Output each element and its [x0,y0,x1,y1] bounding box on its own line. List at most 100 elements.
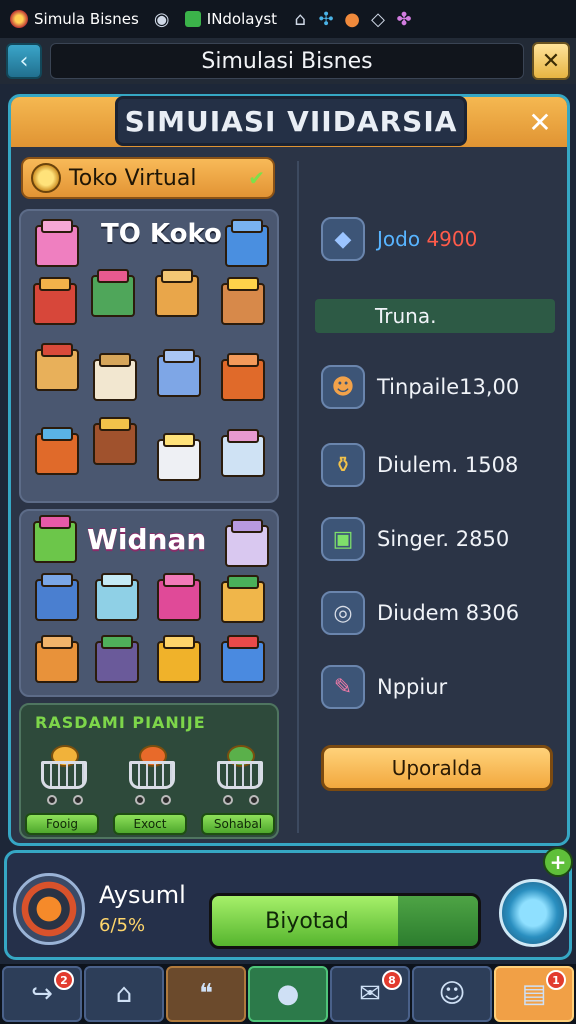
browser-tab-indolayst[interactable]: INdolayst [175,0,287,38]
apps-icon[interactable]: ✤ [391,6,417,32]
notification-badge: 8 [382,970,402,990]
inventory-box: Widnan [19,509,279,697]
cart-button-3[interactable]: Sohabal [201,813,275,835]
message-icon: ✉ [359,979,381,1009]
panel-close-button[interactable]: ✕ [523,105,557,139]
progress-button[interactable]: Biyotad [209,893,481,949]
stat-row-2-text: Diulem. 1508 [377,453,519,477]
map-pin-icon: ● [276,979,300,1009]
teal-box-item[interactable] [91,573,143,625]
status-band: Truna. [315,299,555,333]
blue-package-item[interactable] [217,635,269,687]
pink-suitcase-item[interactable] [153,573,205,625]
back-arrow-icon: ‹ [19,48,29,74]
book-stack-item[interactable] [221,519,273,571]
stat-top-value: 4900 [426,227,478,251]
bottom-nav: ↪ 2 ⌂ ❝ ● ✉ 8 ☺ ▤ 1 [0,964,576,1024]
nav-share[interactable]: ↪ 2 [2,966,82,1022]
monitor-icon: ▣ [321,517,365,561]
cart-button-1[interactable]: Fooig [25,813,99,835]
title-bar: ‹ Simulasi Bisnes ✕ [0,38,576,84]
record-icon[interactable]: ◉ [149,6,175,32]
puzzle-icon[interactable]: ✣ [313,6,339,32]
speech-bubble-icon: ❝ [199,979,213,1009]
market-stall-item[interactable] [29,277,81,329]
inventory-title: Widnan [87,523,207,556]
carts-box: RASDAMI PIANIJE Fooig Exoct Sohabal [19,703,279,839]
tab-label: INdolayst [206,10,278,28]
cart-item[interactable] [123,741,183,807]
cart-item[interactable] [35,741,95,807]
tab-label: Toko Virtual [69,165,197,191]
chat-button[interactable] [499,879,567,947]
white-box-item[interactable] [153,433,205,485]
paper-stack-item[interactable] [89,353,141,405]
checkmark-icon: ✔ [248,166,265,190]
gift-icon: ▤ [521,979,547,1009]
stat-row-4: ◎ Diudem 8306 [321,591,519,635]
stat-row-2: ⚱ Diulem. 1508 [321,443,518,487]
tools-item[interactable] [31,343,83,395]
coin-icon [31,163,61,193]
stat-row-1-text: Tinpaile13,00 [377,375,520,399]
stat-row-4-text: Diudem 8306 [377,601,520,625]
pink-box-item[interactable] [31,219,83,271]
green-box-item[interactable] [29,515,81,567]
shop-items-box: TO Koko [19,209,279,503]
nav-messages[interactable]: ✉ 8 [330,966,410,1022]
shopping-bag-item[interactable] [31,635,83,687]
add-button[interactable]: + [543,847,573,877]
cash-register-item[interactable] [217,575,269,627]
display-shelf-item[interactable] [89,417,141,469]
blue-box-item[interactable] [221,219,273,271]
goods-shelf-item[interactable] [87,269,139,321]
browser-tab-simula[interactable]: Simula Bisnes [0,0,149,38]
home-icon: ⌂ [115,979,133,1009]
profile-icon[interactable]: ● [339,6,365,32]
player-name: Aysuml [99,881,186,909]
stat-row-5: ✎ Nppiur [321,665,447,709]
stat-row-1: ☻ Tinpaile13,00 [321,365,519,409]
coin-stack-icon: ◎ [321,591,365,635]
back-button[interactable]: ‹ [6,43,42,79]
upgrade-button[interactable]: Uporalda [321,745,553,791]
jar-icon: ⚱ [321,443,365,487]
toko-virtual-tab[interactable]: Toko Virtual ✔ [21,157,275,199]
panel-title: SIMUIASI VIIDARSIA [115,96,467,146]
gem-icon: ◆ [321,217,365,261]
blue-bag-item[interactable] [31,573,83,625]
window-title: Simulasi Bisnes [50,43,524,79]
nav-rewards[interactable]: ▤ 1 [494,966,574,1022]
shelf-unit-item[interactable] [91,635,143,687]
orange-crate-item[interactable] [217,353,269,405]
nav-home[interactable]: ⌂ [84,966,164,1022]
tools-icon: ✎ [321,665,365,709]
nav-friends[interactable]: ☺ [412,966,492,1022]
progress-label: Biyotad [265,908,349,934]
notification-badge: 1 [546,970,566,990]
stat-row-3: ▣ Singer. 2850 [321,517,509,561]
stat-row-top: ◆ Jodo 4900 [321,217,477,261]
gauge-icon[interactable] [13,873,85,945]
player-percent: 6/5% [99,915,146,936]
fruit-crate-item[interactable] [31,427,83,479]
close-button[interactable]: ✕ [532,42,570,80]
nav-location[interactable]: ● [248,966,328,1022]
nav-chat[interactable]: ❝ [166,966,246,1022]
close-icon: ✕ [541,48,561,74]
cart-box-item[interactable] [217,277,269,329]
stat-top-label: Jodo [377,227,421,251]
worker-icon: ☻ [321,365,365,409]
gold-bag-item[interactable] [153,635,205,687]
cart-item[interactable] [211,741,271,807]
home-icon[interactable]: ⌂ [287,6,313,32]
shop-title: TO Koko [101,219,222,249]
blue-cabinet-item[interactable] [153,349,205,401]
progress-remaining [398,896,478,946]
column-divider [297,161,299,833]
cart-button-2[interactable]: Exoct [113,813,187,835]
share-icon[interactable]: ◇ [365,6,391,32]
cardboard-box-item[interactable] [151,269,203,321]
storage-box-item[interactable] [217,429,269,481]
tab-label: Simula Bisnes [34,10,139,28]
